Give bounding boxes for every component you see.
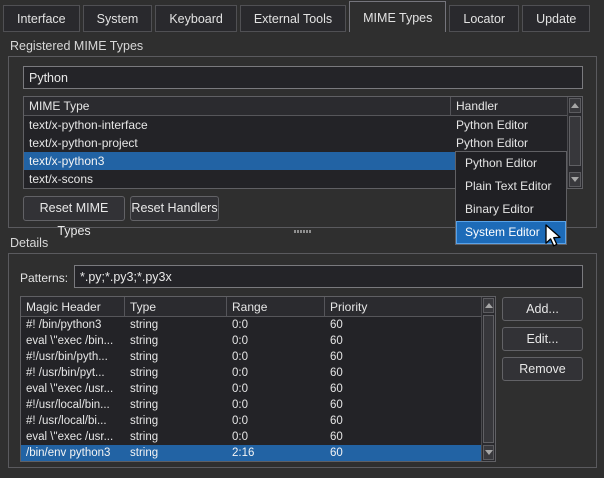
mime-type-cell: text/x-python-project	[24, 134, 451, 152]
range-cell: 0:0	[227, 333, 325, 349]
range-cell: 0:0	[227, 413, 325, 429]
down-arrow-icon	[571, 177, 579, 182]
magic-row-usr-bin-pyth[interactable]: #!/usr/bin/pyth... string 0:0 60	[21, 349, 481, 365]
type-cell: string	[125, 381, 227, 397]
priority-cell: 60	[325, 413, 481, 429]
scroll-up-button[interactable]	[569, 98, 581, 113]
magic-header-cell: #!/usr/local/bin...	[21, 397, 125, 413]
magic-header-cell: #! /usr/bin/pyt...	[21, 365, 125, 381]
magic-row-bin-python3[interactable]: #! /bin/python3 string 0:0 60	[21, 317, 481, 333]
add-button[interactable]: Add...	[502, 297, 583, 321]
priority-cell: 60	[325, 429, 481, 445]
magic-table-scrollbar[interactable]	[481, 297, 495, 461]
mime-table-header: MIME Type Handler	[24, 97, 567, 116]
priority-cell: 60	[325, 365, 481, 381]
column-header-type[interactable]: Type	[125, 297, 227, 316]
registered-mime-types-title: Registered MIME Types	[10, 39, 143, 53]
magic-header-cell: eval \"exec /usr...	[21, 381, 125, 397]
tab-mime-types[interactable]: MIME Types	[349, 1, 446, 32]
mouse-cursor-icon	[543, 224, 563, 251]
type-cell: string	[125, 445, 227, 461]
column-header-priority[interactable]: Priority	[325, 297, 481, 316]
scrollbar-thumb[interactable]	[483, 315, 494, 443]
magic-row-usr-local-bin[interactable]: #!/usr/local/bin... string 0:0 60	[21, 397, 481, 413]
range-cell: 0:0	[227, 317, 325, 333]
dropdown-item-binary-editor[interactable]: Binary Editor	[456, 198, 566, 221]
type-cell: string	[125, 429, 227, 445]
range-cell: 0:0	[227, 429, 325, 445]
dropdown-item-python-editor[interactable]: Python Editor	[456, 152, 566, 175]
magic-headers-table: Magic Header Type Range Priority #! /bin…	[20, 296, 496, 462]
range-cell: 0:0	[227, 397, 325, 413]
down-arrow-icon	[485, 450, 493, 455]
tab-bar: InterfaceSystemKeyboardExternal ToolsMIM…	[3, 1, 590, 32]
handler-cell: Python Editor	[451, 134, 567, 152]
up-arrow-icon	[485, 303, 493, 308]
magic-row-usr-local-bi[interactable]: #! /usr/local/bi... string 0:0 60	[21, 413, 481, 429]
type-cell: string	[125, 365, 227, 381]
patterns-label: Patterns:	[20, 271, 68, 285]
scroll-down-button[interactable]	[483, 445, 494, 460]
magic-header-cell: #!/usr/bin/pyth...	[21, 349, 125, 365]
priority-cell: 60	[325, 445, 481, 461]
range-cell: 0:0	[227, 381, 325, 397]
preferences-dialog: InterfaceSystemKeyboardExternal ToolsMIM…	[0, 0, 604, 478]
mime-type-cell: text/x-scons	[24, 170, 451, 188]
magic-header-cell: /bin/env python3	[21, 445, 125, 461]
up-arrow-icon	[571, 103, 579, 108]
magic-header-cell: #! /usr/local/bi...	[21, 413, 125, 429]
remove-button[interactable]: Remove	[502, 357, 583, 381]
magic-header-cell: #! /bin/python3	[21, 317, 125, 333]
magic-header-cell: eval \"exec /usr...	[21, 429, 125, 445]
column-header-magic-header[interactable]: Magic Header	[21, 297, 125, 316]
type-cell: string	[125, 349, 227, 365]
priority-cell: 60	[325, 381, 481, 397]
handler-cell: Python Editor	[451, 116, 567, 134]
tab-interface[interactable]: Interface	[3, 5, 80, 32]
magic-header-cell: eval \"exec /bin...	[21, 333, 125, 349]
column-header-range[interactable]: Range	[227, 297, 325, 316]
column-header-mime-type[interactable]: MIME Type	[24, 97, 451, 115]
tab-external-tools[interactable]: External Tools	[240, 5, 346, 32]
splitter-handle[interactable]	[294, 230, 311, 233]
mime-type-cell: text/x-python-interface	[24, 116, 451, 134]
priority-cell: 60	[325, 333, 481, 349]
priority-cell: 60	[325, 397, 481, 413]
type-cell: string	[125, 397, 227, 413]
type-cell: string	[125, 333, 227, 349]
reset-handlers-button[interactable]: Reset Handlers	[130, 196, 219, 221]
magic-row-bin-env-python3[interactable]: /bin/env python3 string 2:16 60	[21, 445, 481, 461]
scroll-up-button[interactable]	[483, 298, 494, 313]
magic-row-eval-exec-usr[interactable]: eval \"exec /usr... string 0:0 60	[21, 429, 481, 445]
scrollbar-thumb[interactable]	[569, 116, 581, 166]
magic-row-usr-bin-pyt[interactable]: #! /usr/bin/pyt... string 0:0 60	[21, 365, 481, 381]
tab-system[interactable]: System	[83, 5, 153, 32]
mime-table-scrollbar[interactable]	[567, 97, 582, 188]
magic-table-header: Magic Header Type Range Priority	[21, 297, 481, 317]
mime-type-cell: text/x-python3	[24, 152, 451, 170]
range-cell: 0:0	[227, 349, 325, 365]
range-cell: 0:0	[227, 365, 325, 381]
tab-locator[interactable]: Locator	[449, 5, 519, 32]
type-cell: string	[125, 413, 227, 429]
range-cell: 2:16	[227, 445, 325, 461]
magic-table-rows: #! /bin/python3 string 0:0 60 eval \"exe…	[21, 317, 495, 461]
reset-mime-types-button[interactable]: Reset MIME Types	[23, 196, 125, 221]
tab-keyboard[interactable]: Keyboard	[155, 5, 237, 32]
edit-button[interactable]: Edit...	[502, 327, 583, 351]
priority-cell: 60	[325, 349, 481, 365]
column-header-handler[interactable]: Handler	[451, 97, 567, 115]
priority-cell: 60	[325, 317, 481, 333]
mime-filter-input[interactable]	[23, 66, 583, 89]
dropdown-item-plain-text-editor[interactable]: Plain Text Editor	[456, 175, 566, 198]
magic-row-eval-exec-bin[interactable]: eval \"exec /bin... string 0:0 60	[21, 333, 481, 349]
mime-row-text-x-python-interface[interactable]: text/x-python-interface Python Editor	[24, 116, 567, 134]
mime-row-text-x-python-project[interactable]: text/x-python-project Python Editor	[24, 134, 567, 152]
patterns-input[interactable]	[74, 265, 583, 288]
tab-update[interactable]: Update	[522, 5, 590, 32]
type-cell: string	[125, 317, 227, 333]
scroll-down-button[interactable]	[569, 172, 581, 187]
magic-row-eval-exec-usr[interactable]: eval \"exec /usr... string 0:0 60	[21, 381, 481, 397]
details-title: Details	[10, 236, 48, 250]
